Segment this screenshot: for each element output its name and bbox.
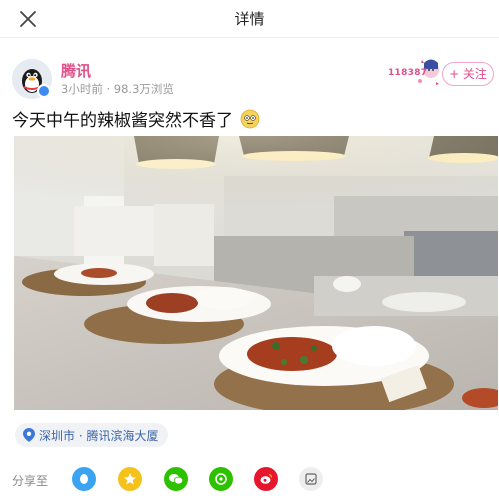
share-label: 分享至 — [12, 474, 49, 488]
share-image-icon[interactable] — [299, 467, 323, 491]
sweat-smile-emoji-icon — [241, 109, 260, 129]
follow-button[interactable]: + 关注 — [442, 62, 494, 86]
share-moments-icon[interactable] — [209, 467, 233, 491]
badge-number: 118387 — [388, 68, 428, 78]
location-pin-icon — [23, 428, 35, 442]
post-meta: 3小时前 · 98.3万浏览 — [61, 82, 174, 96]
top-bar: 详情 — [0, 0, 499, 38]
author-name[interactable]: 腾讯 — [61, 60, 91, 81]
verified-badge-icon — [37, 84, 51, 98]
post-time: 3小时前 — [61, 82, 103, 96]
post-photo[interactable] — [14, 136, 498, 410]
share-wechat-icon[interactable] — [164, 467, 188, 491]
post-text: 今天中午的辣椒酱突然不香了 — [12, 106, 260, 131]
share-qzone-icon[interactable] — [118, 467, 142, 491]
location-label: 深圳市 · 腾讯滨海大厦 — [39, 428, 159, 443]
share-weibo-icon[interactable] — [254, 467, 278, 491]
location-tag[interactable]: 深圳市 · 腾讯滨海大厦 — [15, 423, 169, 447]
view-count: 98.3万浏览 — [113, 82, 174, 96]
page-title: 详情 — [234, 10, 265, 28]
share-qq-icon[interactable] — [72, 467, 96, 491]
post-text-content: 今天中午的辣椒酱突然不香了 — [12, 111, 233, 131]
